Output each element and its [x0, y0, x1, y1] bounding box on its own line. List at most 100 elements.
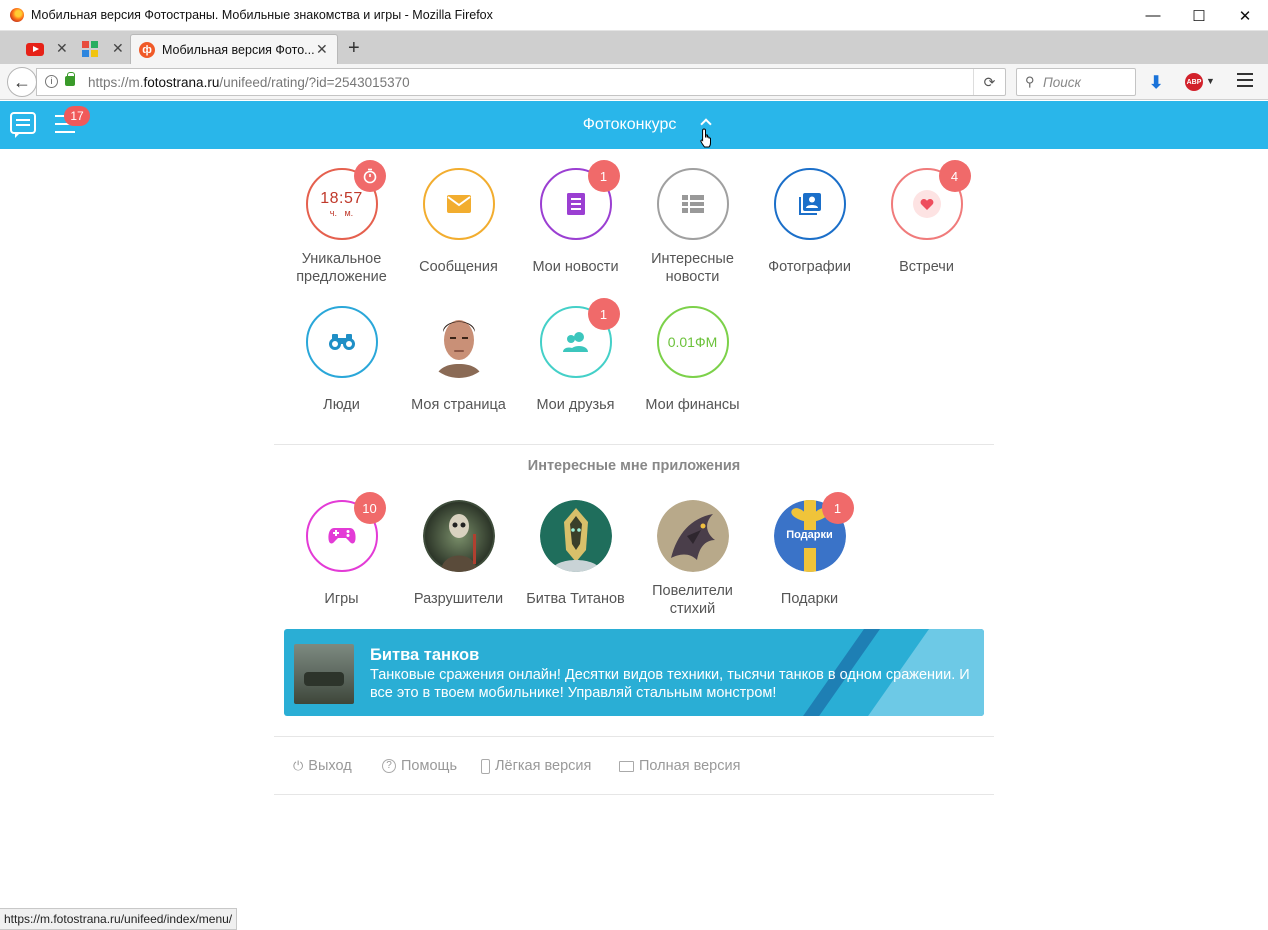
tab-title: Мобильная версия Фото...	[162, 43, 315, 57]
menu-item-people[interactable]: Люди	[283, 306, 400, 414]
menu-item-my-news[interactable]: 1 Мои новости	[517, 160, 634, 276]
full-version-link[interactable]: Полная версия	[619, 758, 740, 774]
banner-text: Танковые сражения онлайн! Десятки видов …	[370, 667, 970, 701]
mobile-phone-icon	[481, 758, 490, 774]
menu-item-label: Фотографии	[768, 259, 851, 275]
avatar	[422, 306, 495, 378]
app-item-titans[interactable]: Битва Титанов	[517, 500, 634, 608]
offer-clock-units: ч. м.	[329, 208, 354, 218]
monitor-icon	[619, 760, 634, 772]
menu-item-label: Моя страница	[411, 397, 506, 413]
photos-circle	[773, 168, 846, 240]
lock-icon	[65, 72, 75, 86]
tab-close-icon[interactable]: ✕	[316, 41, 328, 58]
reload-icon[interactable]: ⟳	[973, 69, 1005, 95]
tab-apps[interactable]: ✕	[76, 34, 130, 64]
friends-circle: 1	[539, 298, 620, 378]
adblock-icon[interactable]: ABP	[1185, 73, 1203, 91]
binoculars-icon	[328, 334, 355, 350]
photo-album-icon	[798, 193, 821, 215]
menu-item-photos[interactable]: Фотографии	[751, 168, 868, 276]
tab-fotostrana[interactable]: ф Мобильная версия Фото... ✕	[130, 34, 338, 64]
app-item-label: Битва Титанов	[526, 591, 625, 607]
interesting-news-circle	[656, 168, 729, 240]
window-title: Мобильная версия Фотостраны. Мобильные з…	[31, 8, 493, 22]
envelope-icon	[446, 195, 471, 213]
status-bar-url: https://m.fotostrana.ru/unifeed/index/me…	[0, 908, 238, 930]
menu-item-messages[interactable]: Сообщения	[400, 168, 517, 276]
menu-item-label: Встречи	[899, 259, 954, 275]
app-item-label: Подарки	[780, 591, 839, 607]
search-placeholder: Поиск	[1043, 75, 1081, 90]
add-icon[interactable]: +	[1235, 214, 1258, 237]
heart-icon	[912, 190, 941, 218]
app-item-label: Разрушители	[413, 591, 504, 607]
tab-strip: ✕ ✕ ф Мобильная версия Фото... ✕ +	[0, 31, 1268, 64]
tab-close-icon[interactable]: ✕	[112, 40, 124, 57]
finances-circle: 0.01ФМ	[656, 306, 729, 378]
news-list-icon	[566, 193, 585, 215]
gifts-app-icon: Подарки 1	[773, 492, 854, 572]
logout-link[interactable]: ⏻ Выход	[293, 758, 352, 774]
menu-item-label: Сообщения	[419, 259, 498, 275]
new-tab-button[interactable]: +	[348, 37, 360, 60]
divider	[274, 736, 994, 737]
friends-badge: 1	[587, 298, 620, 330]
games-badge: 10	[353, 492, 386, 524]
app-item-destroyers[interactable]: Разрушители	[400, 500, 517, 608]
menu-item-label: Интересные новости	[651, 251, 734, 285]
chevron-down-icon[interactable]: ▼	[1206, 76, 1215, 86]
unique-offer-circle: 18:57 ч. м.	[305, 160, 386, 240]
menu-item-interesting-news[interactable]: Интересные новости	[634, 168, 751, 286]
back-button[interactable]: ←	[7, 67, 37, 97]
menu-item-label: Мои финансы	[645, 397, 740, 413]
titans-app-icon	[539, 500, 612, 572]
menu-item-my-friends[interactable]: 1 Мои друзья	[517, 298, 634, 414]
close-window-button[interactable]: ✕	[1222, 0, 1268, 31]
power-icon: ⏻	[293, 758, 304, 773]
download-icon[interactable]: ⬇	[1149, 73, 1163, 93]
tank-battle-banner[interactable]: Битва танков Танковые сражения онлайн! Д…	[284, 629, 984, 716]
url-text[interactable]: https://m.fotostrana.ru/unifeed/rating/?…	[88, 75, 410, 90]
apps-section-title: Интересные мне приложения	[527, 458, 741, 474]
list-icon	[681, 195, 704, 213]
fotostrana-icon: ф	[139, 42, 155, 58]
friends-icon	[562, 332, 588, 352]
minimize-button[interactable]: —	[1130, 0, 1176, 31]
youtube-icon	[26, 43, 44, 56]
banner-title: Битва танков	[370, 646, 480, 664]
finance-value: 0.01ФМ	[667, 334, 718, 350]
app-item-games[interactable]: 10 Игры	[283, 492, 400, 608]
url-bar[interactable]: i https://m.fotostrana.ru/unifeed/rating…	[36, 68, 1006, 96]
light-version-link[interactable]: Лёгкая версия	[481, 758, 591, 774]
divider	[274, 794, 994, 795]
my-news-badge: 1	[587, 160, 620, 192]
menu-item-my-page[interactable]: Моя страница	[400, 306, 517, 414]
tab-close-icon[interactable]: ✕	[56, 40, 68, 57]
destroyers-app-icon	[422, 500, 495, 572]
window-titlebar: Мобильная версия Фотостраны. Мобильные з…	[0, 0, 1268, 31]
gifts-tile-text: Подарки	[786, 529, 833, 541]
menu-item-my-finances[interactable]: 0.01ФМ Мои финансы	[634, 306, 751, 414]
maximize-button[interactable]: ☐	[1176, 0, 1222, 31]
navigation-bar: i https://m.fotostrana.ru/unifeed/rating…	[0, 64, 1268, 100]
my-news-circle: 1	[539, 160, 620, 240]
tab-youtube[interactable]: ✕	[0, 34, 76, 64]
app-item-gifts[interactable]: Подарки 1 Подарки	[751, 492, 868, 608]
menu-item-label: Уникальное предложение	[296, 251, 387, 285]
menu-item-meetings[interactable]: 4 Встречи	[868, 160, 985, 276]
gifts-badge: 1	[821, 492, 854, 524]
menu-item-unique-offer[interactable]: 18:57 ч. м. Уникальное предложение	[283, 160, 400, 286]
messages-circle	[422, 168, 495, 240]
browser-menu-icon[interactable]	[1237, 73, 1253, 87]
app-item-elements[interactable]: Повелители стихий	[634, 500, 751, 618]
games-circle: 10	[305, 492, 386, 572]
app-item-label: Игры	[324, 591, 359, 607]
app-item-label: Повелители стихий	[652, 583, 733, 617]
page-title[interactable]: Фотоконкурс	[0, 116, 1268, 134]
people-circle	[305, 306, 378, 378]
help-link[interactable]: ? Помощь	[382, 758, 457, 774]
search-input[interactable]: ⚲ Поиск	[1016, 68, 1136, 96]
info-icon[interactable]: i	[45, 75, 58, 88]
firefox-logo-icon	[10, 8, 24, 22]
